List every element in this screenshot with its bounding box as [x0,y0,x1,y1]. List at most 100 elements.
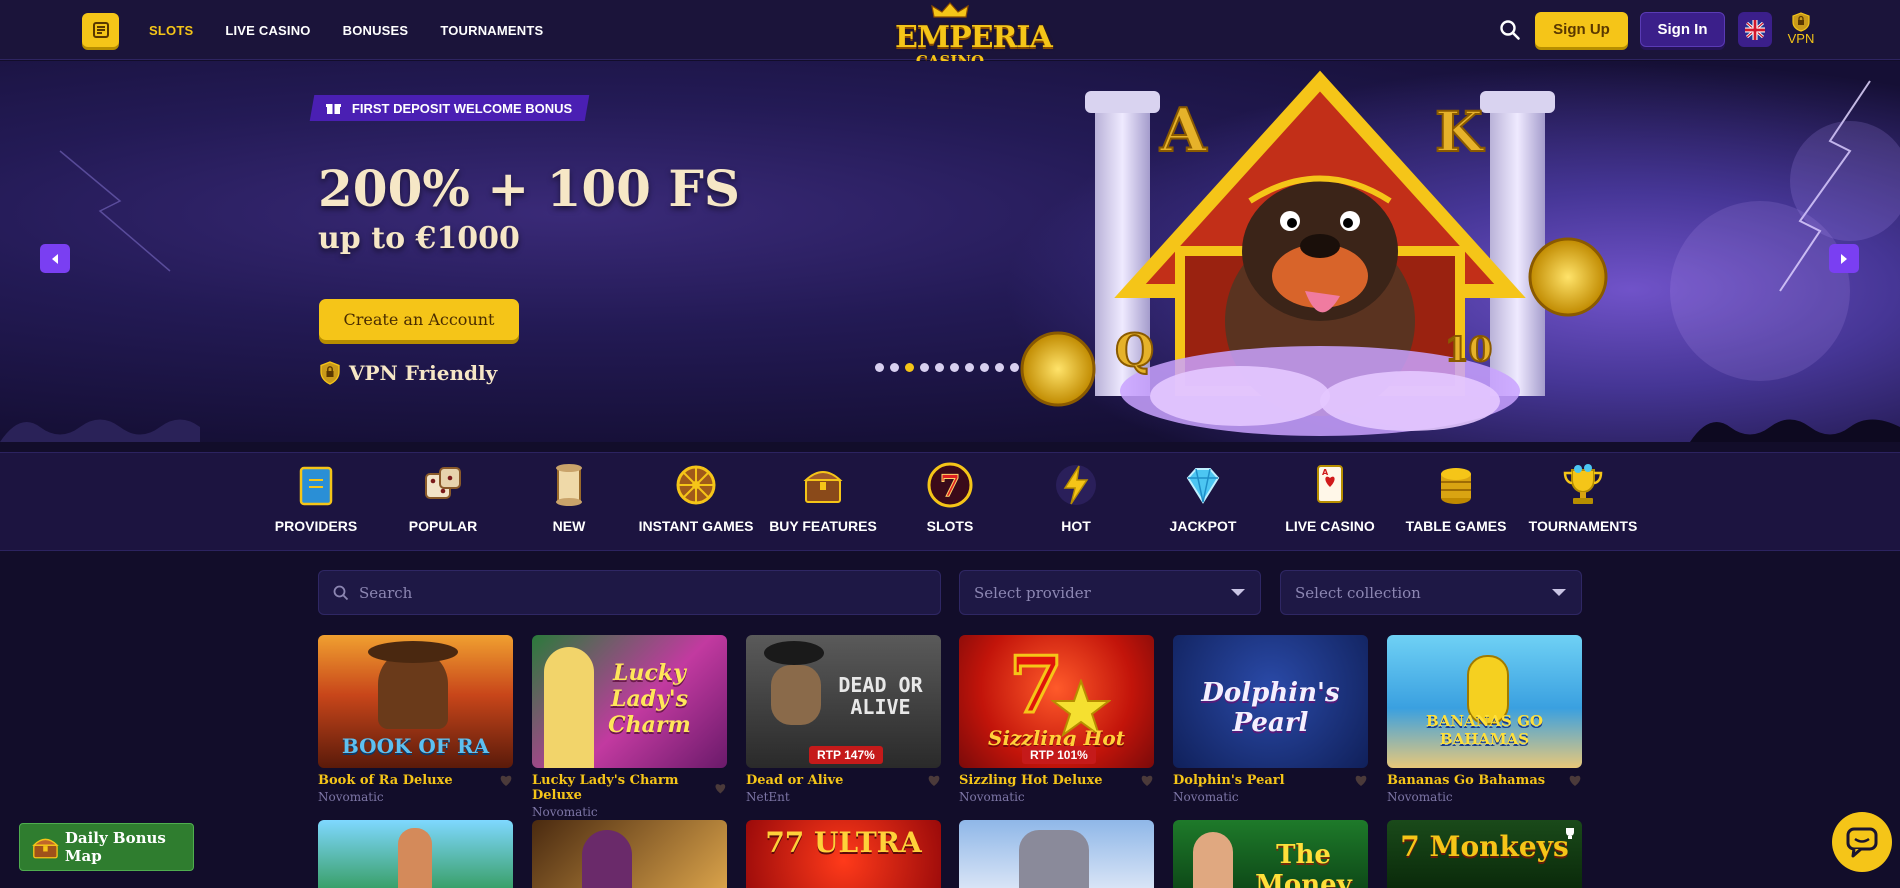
thumbnail-title: Lucky Lady's Charm [608,660,691,738]
game-provider: Novomatic [1387,790,1453,804]
game-thumbnail[interactable]: DEAD OR ALIVE RTP 147% [746,635,941,768]
category-hot[interactable]: HOT [1016,453,1136,552]
thumbnail-title: BOOK OF RA [341,734,490,758]
promo-banner: A K Q 10 FIRST DEPOSIT WELCOME BONUS 200… [0,61,1900,442]
playing-card-icon: A [1317,465,1343,503]
dice-icon [425,467,461,499]
thumbnail-title: DEAD OR ALIVE [838,673,923,719]
slide-dot[interactable] [995,363,1004,372]
search-input[interactable] [359,583,919,602]
game-card[interactable]: BANANAS GO BAHAMAS Bananas Go Bahamas No… [1387,635,1582,804]
category-new[interactable]: NEW [509,453,629,552]
vpn-badge[interactable]: VPN [1783,12,1819,52]
chevron-down-icon [1552,588,1566,596]
language-selector[interactable] [1738,12,1772,47]
banner-next-button[interactable] [1829,244,1859,273]
game-thumbnail[interactable]: Dolphin's Pearl [1173,635,1368,768]
slide-dot-active[interactable] [905,363,914,372]
vpn-label: VPN [1787,31,1815,46]
nav-bonuses[interactable]: BONUSES [343,23,409,38]
category-table-games[interactable]: TABLE GAMES [1396,453,1516,552]
collection-select[interactable]: Select collection [1280,570,1582,615]
game-provider: Novomatic [1173,790,1239,804]
game-thumbnail[interactable]: BANANAS GO BAHAMAS [1387,635,1582,768]
category-instant-games[interactable]: INSTANT GAMES [636,453,756,552]
banner-prev-button[interactable] [40,244,70,273]
game-card[interactable]: Lucky Lady's Charm Lucky Lady's Charm De… [532,635,727,819]
svg-text:A: A [1159,96,1208,166]
favorite-heart-icon[interactable] [1354,774,1368,787]
provider-select-value: Select provider [974,583,1091,602]
category-popular[interactable]: POPULAR [383,453,503,552]
category-tournaments[interactable]: TOURNAMENTS [1523,453,1643,552]
game-card[interactable]: Dolphin's Pearl Dolphin's Pearl Novomati… [1173,635,1368,804]
slide-dot[interactable] [875,363,884,372]
game-thumbnail[interactable]: Lucky Lady's Charm [532,635,727,768]
create-account-button[interactable]: Create an Account [319,299,519,340]
favorite-heart-icon[interactable] [1568,774,1582,787]
game-card[interactable]: DEAD OR ALIVE RTP 147% Dead or Alive Net… [746,635,941,804]
category-live-casino[interactable]: A LIVE CASINO [1270,453,1390,552]
uk-flag-icon [1745,19,1765,40]
favorite-heart-icon[interactable] [1140,774,1154,787]
thumbnail-title: The Money [1255,840,1352,888]
slide-dot[interactable] [920,363,929,372]
nav-slots[interactable]: SLOTS [149,23,193,38]
banner-subline: up to €1000 [318,221,520,256]
gift-icon [326,104,341,114]
game-provider: Novomatic [318,790,384,804]
game-thumbnail[interactable]: BOOK OF RA [318,635,513,768]
game-card[interactable]: BOOK OF RA Book of Ra Deluxe Novomatic [318,635,513,804]
collection-select-value: Select collection [1295,583,1421,602]
menu-button[interactable] [82,13,119,47]
banner-headline: 200% + 100 FS [318,159,740,218]
menu-icon [92,22,109,38]
game-thumbnail[interactable] [318,820,513,888]
slide-dot[interactable] [935,363,944,372]
favorite-heart-icon[interactable] [927,774,941,787]
slide-dot[interactable] [965,363,974,372]
slide-dot[interactable] [890,363,899,372]
wave-border [0,419,1900,442]
category-buy-features[interactable]: BUY FEATURES [763,453,883,552]
daily-bonus-map-button[interactable]: Daily Bonus Map [19,823,194,871]
treasure-chest-icon [32,838,59,859]
game-thumbnail[interactable] [959,820,1154,888]
sign-up-button[interactable]: Sign Up [1535,12,1628,47]
slide-dot[interactable] [1010,363,1019,372]
game-thumbnail[interactable]: The Money [1173,820,1368,888]
game-name: Bananas Go Bahamas [1387,773,1546,788]
bonus-tag: FIRST DEPOSIT WELCOME BONUS [309,95,590,121]
logo-text-main: EMPERIA [895,20,1053,55]
favorite-heart-icon[interactable] [714,782,727,795]
crown-icon [931,2,969,18]
game-thumbnail[interactable]: 7 Sizzling Hot RTP 101% [959,635,1154,768]
favorite-heart-icon[interactable] [499,774,513,787]
category-providers[interactable]: PROVIDERS [256,453,376,552]
slide-dot[interactable] [950,363,959,372]
nav-live-casino[interactable]: LIVE CASINO [225,23,310,38]
game-provider: NetEnt [746,790,790,804]
scroll-icon [556,464,582,506]
game-thumbnail[interactable]: 77 ULTRA [746,820,941,888]
trophy-icon [1566,828,1574,839]
thumbnail-title: BANANAS GO BAHAMAS [1426,712,1543,748]
daily-bonus-label: Daily Bonus Map [64,829,166,865]
slide-dot[interactable] [980,363,989,372]
search-icon[interactable] [1499,19,1521,41]
svg-text:A: A [1322,468,1329,477]
nav-tournaments[interactable]: TOURNAMENTS [440,23,543,38]
category-slots[interactable]: 7 SLOTS [890,453,1010,552]
game-search[interactable] [318,570,941,615]
chevron-right-icon [1841,253,1847,264]
game-card[interactable]: 7 Sizzling Hot RTP 101% Sizzling Hot Del… [959,635,1154,804]
game-thumbnail[interactable]: 7 Monkeys [1387,820,1582,888]
provider-select[interactable]: Select provider [959,570,1261,615]
game-thumbnail[interactable] [532,820,727,888]
sign-in-button[interactable]: Sign In [1640,12,1725,47]
top-header: SLOTS LIVE CASINO BONUSES TOURNAMENTS EM… [0,0,1900,69]
category-jackpot[interactable]: JACKPOT [1143,453,1263,552]
banner-pagination [875,363,1019,372]
live-chat-button[interactable] [1832,812,1892,872]
chevron-left-icon [52,253,58,264]
